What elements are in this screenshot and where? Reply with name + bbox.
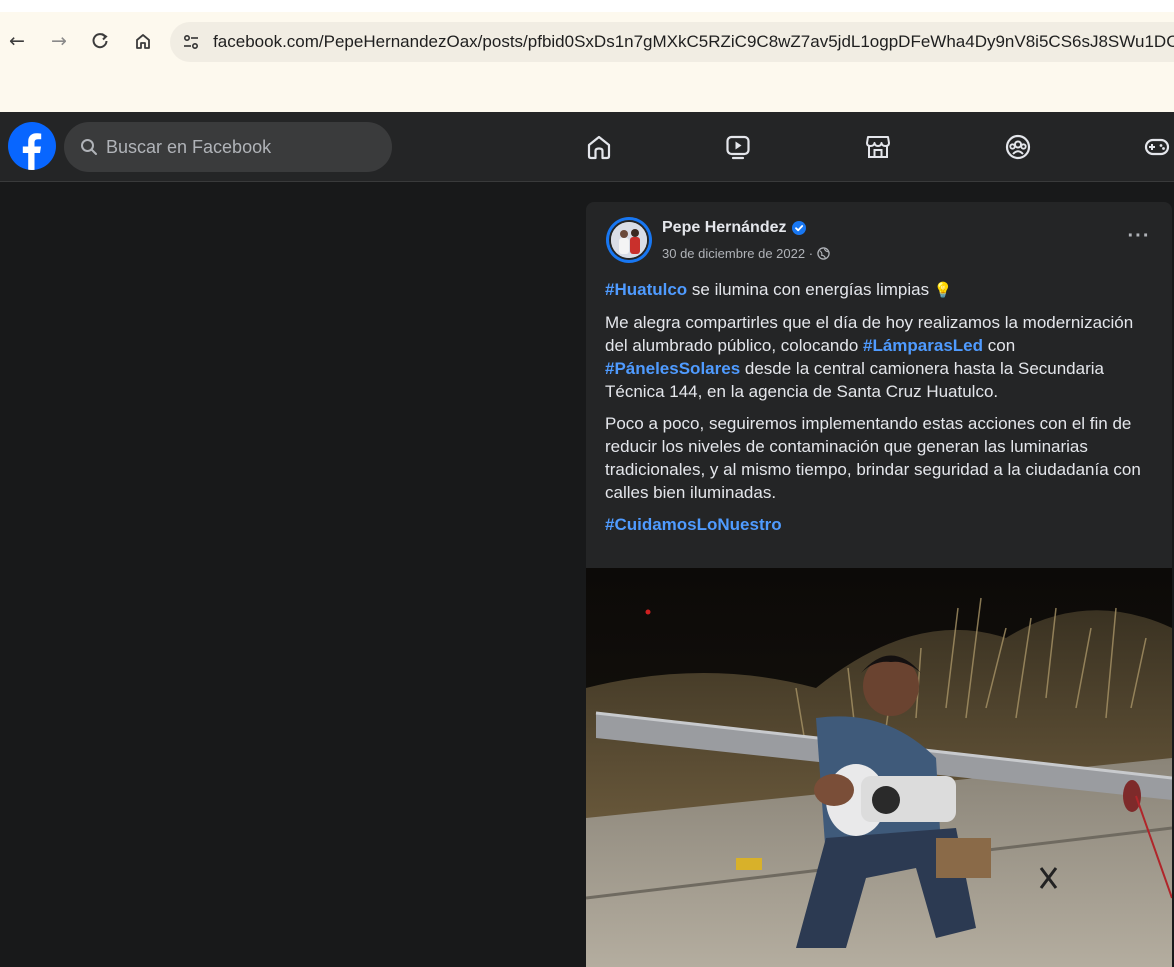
post-text-span: se ilumina con energías limpias [687,280,934,299]
browser-toolbar: ← → facebook.com/PepeHernandezOax/posts/… [0,0,1174,112]
hashtag-link[interactable]: #Huatulco [605,280,687,299]
post-hashtag-line: #CuidamosLoNuestro [605,513,1155,536]
video-icon [726,135,750,160]
hashtag-link[interactable]: #LámparasLed [863,336,983,355]
home-button[interactable] [130,28,156,54]
forward-arrow-icon: → [51,30,67,52]
site-settings-icon [183,34,198,50]
avatar-photo [609,220,649,260]
forward-button[interactable]: → [46,28,72,54]
search-icon [81,139,97,155]
post-card: Pepe Hernández 30 de diciembre de 2022 ·… [586,202,1172,967]
marketplace-icon [866,136,890,158]
nav-marketplace-tab[interactable] [863,132,893,162]
author-avatar[interactable] [606,217,652,263]
author-name[interactable]: Pepe Hernández [662,219,807,237]
hashtag-link[interactable]: #PánelesSolares [605,359,740,378]
post-date-text[interactable]: 30 de diciembre de 2022 · [662,246,813,261]
nav-gaming-tab[interactable] [1142,132,1172,162]
post-photo[interactable] [586,568,1172,967]
search-box[interactable] [64,122,392,172]
search-input[interactable] [106,136,366,158]
author-name-text[interactable]: Pepe Hernández [662,219,786,237]
address-bar[interactable]: facebook.com/PepeHernandezOax/posts/pfbi… [170,22,1174,62]
hashtag-link[interactable]: #CuidamosLoNuestro [605,515,782,534]
post-line-1: #Huatulco se ilumina con energías limpia… [605,278,1155,302]
post-paragraph-3: Poco a poco, seguiremos implementando es… [605,414,1141,502]
site-info-button[interactable] [176,27,205,57]
nav-groups-tab[interactable] [1003,132,1033,162]
globe-icon [817,247,830,260]
home-icon [587,135,611,160]
reload-button[interactable] [87,28,113,54]
lightbulb-icon: 💡 [933,281,953,299]
groups-icon [1005,134,1031,160]
post-timestamp[interactable]: 30 de diciembre de 2022 · [662,246,830,261]
photo-scene [586,568,1172,967]
more-options-icon: ··· [1127,224,1151,247]
post-text-span: con [983,336,1016,355]
back-arrow-icon: ← [9,30,25,52]
browser-home-icon [136,34,150,49]
verified-badge-icon [792,221,807,235]
url-text[interactable]: facebook.com/PepeHernandezOax/posts/pfbi… [213,32,1174,52]
back-button[interactable]: ← [4,28,30,54]
facebook-logo[interactable] [8,122,56,170]
post-paragraph-2: Me alegra compartirles que el día de hoy… [605,311,1155,403]
reload-icon [92,33,108,49]
nav-video-tab[interactable] [723,132,753,162]
post-text: #Huatulco se ilumina con energías limpia… [605,278,1155,545]
post-options-button[interactable]: ··· [1124,224,1154,248]
tab-strip [0,0,1174,12]
facebook-header [0,112,1174,182]
gaming-icon [1144,138,1170,156]
nav-home-tab[interactable] [584,132,614,162]
facebook-f-icon [22,133,42,170]
